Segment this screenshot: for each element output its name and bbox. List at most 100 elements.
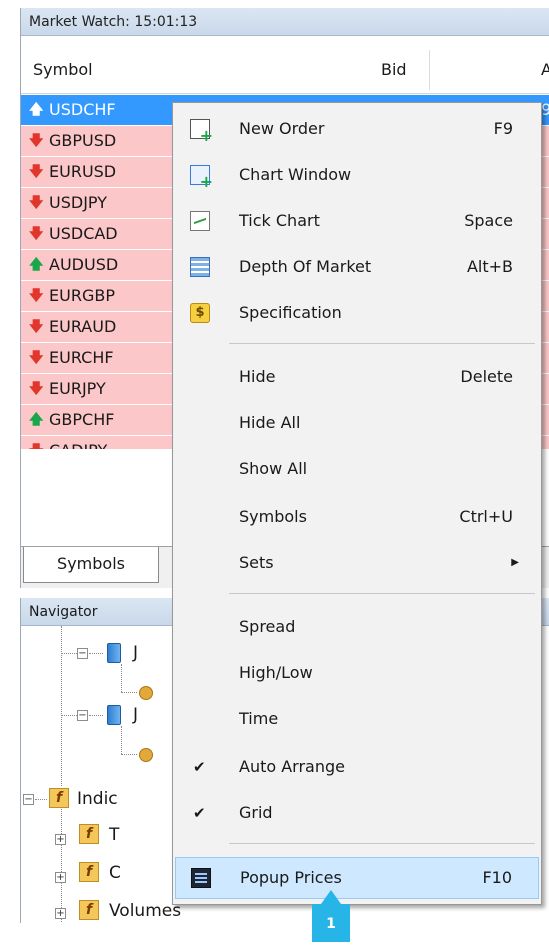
down-arrow-icon: 🡇 [29, 133, 44, 149]
navigator-server-2[interactable]: J [133, 704, 138, 726]
menu-item-label: Specification [239, 303, 342, 322]
menu-item-sets[interactable]: Sets ▶ [175, 543, 539, 583]
server-icon [107, 643, 121, 663]
column-header-bid[interactable]: Bid [381, 46, 407, 94]
popup-prices-icon [191, 868, 211, 888]
menu-item-shortcut: F10 [482, 868, 512, 887]
down-arrow-icon: 🡇 [29, 381, 44, 397]
tree-guide-line [61, 804, 62, 923]
menu-item-show-all[interactable]: Show All [175, 449, 539, 489]
expand-icon[interactable]: + [55, 872, 66, 883]
menu-item-spread[interactable]: Spread [175, 607, 539, 647]
tree-guide-line [121, 726, 122, 754]
up-arrow-icon: 🡅 [29, 412, 44, 428]
tree-guide-line [121, 664, 122, 692]
menu-separator [229, 343, 535, 344]
menu-separator [229, 843, 535, 844]
tree-guide-line [89, 715, 103, 716]
collapse-icon[interactable]: − [23, 794, 34, 805]
menu-item-new-order[interactable]: New Order F9 [175, 109, 539, 149]
navigator-indicators[interactable]: Indic [77, 788, 118, 810]
menu-item-shortcut: Alt+B [466, 257, 513, 276]
down-arrow-icon: 🡇 [29, 288, 44, 304]
new-order-icon [190, 119, 213, 144]
indicator-folder-icon: f [79, 862, 99, 882]
chart-window-icon [190, 165, 213, 190]
navigator-server-1[interactable]: J [133, 642, 138, 664]
symbol-name: USDCAD [49, 224, 118, 243]
menu-item-label: Symbols [239, 507, 307, 526]
menu-item-label: Depth Of Market [239, 257, 372, 276]
symbol-name: EURCHF [49, 348, 114, 367]
server-icon [107, 705, 121, 725]
tick-chart-icon [190, 211, 210, 231]
navigator-indicator-group-1[interactable]: T [109, 824, 119, 846]
symbol-name: GBPCHF [49, 410, 115, 429]
menu-item-hide[interactable]: Hide Delete [175, 357, 539, 397]
symbol-name: USDCHF [49, 100, 116, 119]
tree-guide-line [35, 799, 47, 800]
menu-item-tick-chart[interactable]: Tick Chart Space [175, 201, 539, 241]
market-watch-title: Market Watch: 15:01:13 [21, 8, 549, 36]
up-arrow-icon: 🡅 [29, 257, 44, 273]
menu-item-hide-all[interactable]: Hide All [175, 403, 539, 443]
menu-item-grid[interactable]: ✔ Grid [175, 793, 539, 833]
menu-item-auto-arrange[interactable]: ✔ Auto Arrange [175, 747, 539, 787]
expand-icon[interactable]: + [55, 908, 66, 919]
menu-separator [229, 593, 535, 594]
column-divider[interactable] [429, 50, 430, 90]
menu-item-shortcut: Delete [460, 367, 513, 386]
collapse-icon[interactable]: − [77, 710, 88, 721]
indicator-folder-icon: f [79, 824, 99, 844]
tree-guide-line [121, 692, 137, 693]
account-icon [139, 686, 153, 700]
column-header-ask[interactable]: A [541, 46, 549, 94]
menu-item-label: Spread [239, 617, 296, 636]
context-menu: New Order F9 Chart Window Tick Chart Spa… [172, 102, 542, 905]
menu-item-specification[interactable]: $ Specification [175, 293, 539, 333]
menu-item-label: Hide [239, 367, 276, 386]
menu-item-label: High/Low [239, 663, 313, 682]
menu-item-chart-window[interactable]: Chart Window [175, 155, 539, 195]
navigator-indicator-group-2[interactable]: C [109, 862, 121, 884]
symbol-name: USDJPY [49, 193, 107, 212]
expand-icon[interactable]: + [55, 834, 66, 845]
market-watch-header: Symbol Bid A [21, 46, 549, 94]
down-arrow-icon: 🡇 [29, 350, 44, 366]
symbol-name: EURJPY [49, 379, 106, 398]
down-arrow-icon: 🡇 [29, 195, 44, 211]
menu-item-depth-of-market[interactable]: Depth Of Market Alt+B [175, 247, 539, 287]
tab-symbols[interactable]: Symbols [23, 547, 159, 583]
menu-item-label: Time [239, 709, 279, 728]
up-arrow-icon: 🡅 [29, 102, 44, 118]
menu-item-symbols[interactable]: Symbols Ctrl+U [175, 497, 539, 537]
down-arrow-icon: 🡇 [29, 226, 44, 242]
symbol-name: CADJPY [49, 436, 107, 449]
menu-item-label: Hide All [239, 413, 301, 432]
column-header-symbol[interactable]: Symbol [33, 46, 93, 94]
symbol-name: EURGBP [49, 286, 115, 305]
symbol-name: GBPUSD [49, 131, 117, 150]
tree-guide-line [121, 754, 137, 755]
checkmark-icon: ✔ [193, 758, 206, 776]
indicators-folder-icon: f [49, 788, 69, 808]
menu-item-label: Auto Arrange [239, 757, 345, 776]
menu-item-label: Sets [239, 553, 274, 572]
menu-item-high-low[interactable]: High/Low [175, 653, 539, 693]
tree-guide-line [61, 626, 62, 786]
navigator-volumes[interactable]: Volumes [109, 900, 181, 922]
menu-item-time[interactable]: Time [175, 699, 539, 739]
menu-item-label: Grid [239, 803, 273, 822]
checkmark-icon: ✔ [193, 804, 206, 822]
menu-item-label: Show All [239, 459, 308, 478]
specification-icon: $ [190, 303, 210, 323]
indicator-folder-icon: f [79, 900, 99, 920]
menu-item-shortcut: Space [464, 211, 513, 230]
menu-item-shortcut: Ctrl+U [459, 507, 513, 526]
menu-item-popup-prices[interactable]: Popup Prices F10 [175, 857, 539, 899]
menu-item-label: Chart Window [239, 165, 352, 184]
symbol-name: EURUSD [49, 162, 117, 181]
collapse-icon[interactable]: − [77, 648, 88, 659]
down-arrow-icon: 🡇 [29, 436, 43, 449]
menu-item-label: New Order [239, 119, 325, 138]
